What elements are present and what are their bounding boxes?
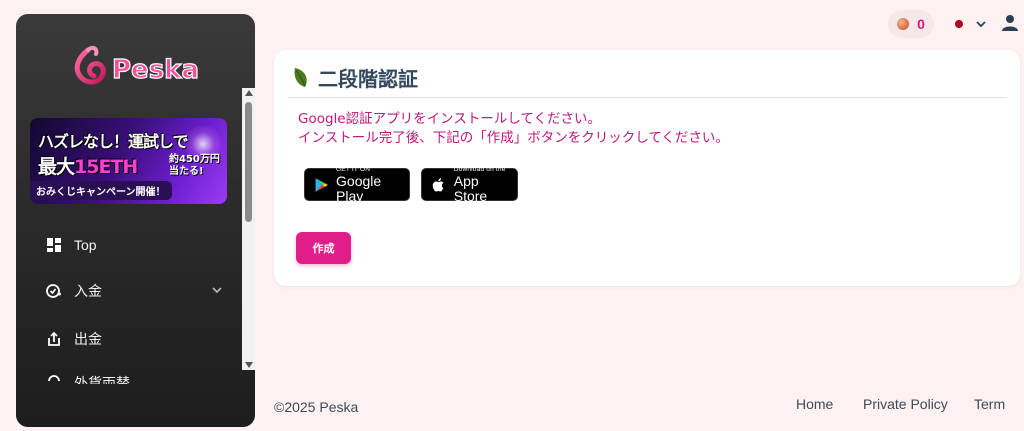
scroll-up-arrow-icon[interactable] [244,90,253,96]
banner-line2-prefix: 最大 [38,156,75,178]
sidebar-item-label: Top [74,237,97,253]
divider [288,97,1006,98]
withdraw-icon [46,331,62,347]
create-button[interactable]: 作成 [296,232,351,264]
card-header: 二段階認証 [292,64,418,91]
google-play-icon [315,177,328,192]
exchange-icon [46,375,62,384]
flag-icon[interactable] [955,20,963,28]
coin-icon [897,18,910,30]
chevron-down-icon[interactable] [211,284,223,296]
apple-icon [432,177,444,191]
footer-link-privacy-policy[interactable]: Private Policy [863,396,948,412]
coin-balance[interactable]: 0 [888,10,934,38]
sidebar-scrollbar[interactable] [242,88,255,370]
banner-line1: ハズレなし！運試しで [38,132,189,151]
peska-logo[interactable]: Peska [68,38,208,94]
footer-link-term[interactable]: Term [974,396,1005,412]
google-play-big-text: Google Play [336,172,382,204]
sidebar-item-label: 出金 [74,331,102,347]
sidebar-item-withdraw[interactable]: 出金 [16,316,241,362]
copyright: ©2025 Peska [274,399,359,415]
user-icon[interactable] [1001,14,1019,32]
app-store-button[interactable]: Download on the App Store [421,166,518,204]
two-factor-card: 二段階認証 Google認証アプリをインストールしてください。 インストール完了… [274,50,1020,286]
deposit-icon [46,283,62,299]
leaf-icon [294,68,307,87]
banner-side-text: 約450万円当たる! [169,154,220,177]
instruction-line-2: インストール完了後、下記の「作成」ボタンをクリックしてください。 [298,130,729,146]
footer-link-home[interactable]: Home [796,396,833,412]
scroll-down-arrow-icon[interactable] [244,362,253,368]
sidebar-item-top[interactable]: Top [16,222,241,268]
chevron-down-icon[interactable] [975,18,987,30]
google-play-button[interactable]: GET IT ON Google Play [304,166,410,204]
sidebar-scroll-area: ハズレなし！運試しで 最大15ETH 約450万円当たる! おみくじキャンペーン… [16,102,255,384]
page-title: 二段階認証 [318,66,418,91]
sidebar-item-exchange[interactable]: 外貨両替 [16,360,241,384]
sidebar: Peska ハズレなし！運試しで 最大15ETH 約450万円当たる! おみくじ… [16,14,255,427]
banner-line3: おみくじキャンペーン開催！ [30,181,172,200]
sidebar-item-label: 外貨両替 [74,375,130,384]
logo-text: Peska [112,55,199,85]
dashboard-icon [46,237,62,253]
app-store-big-text: App Store [453,172,488,204]
coin-count: 0 [917,16,925,32]
sidebar-item-label: 入金 [74,283,102,299]
campaign-banner[interactable]: ハズレなし！運試しで 最大15ETH 約450万円当たる! おみくじキャンペーン… [30,118,227,204]
sidebar-item-deposit[interactable]: 入金 [16,268,241,314]
banner-line2: 最大15ETH [38,152,138,179]
scrollbar-thumb[interactable] [245,102,252,222]
instruction-text: Google認証アプリをインストールしてください。 インストール完了後、下記の「… [298,110,729,148]
instruction-line-1: Google認証アプリをインストールしてください。 [298,111,602,127]
banner-line2-highlight: 15ETH [74,156,138,178]
